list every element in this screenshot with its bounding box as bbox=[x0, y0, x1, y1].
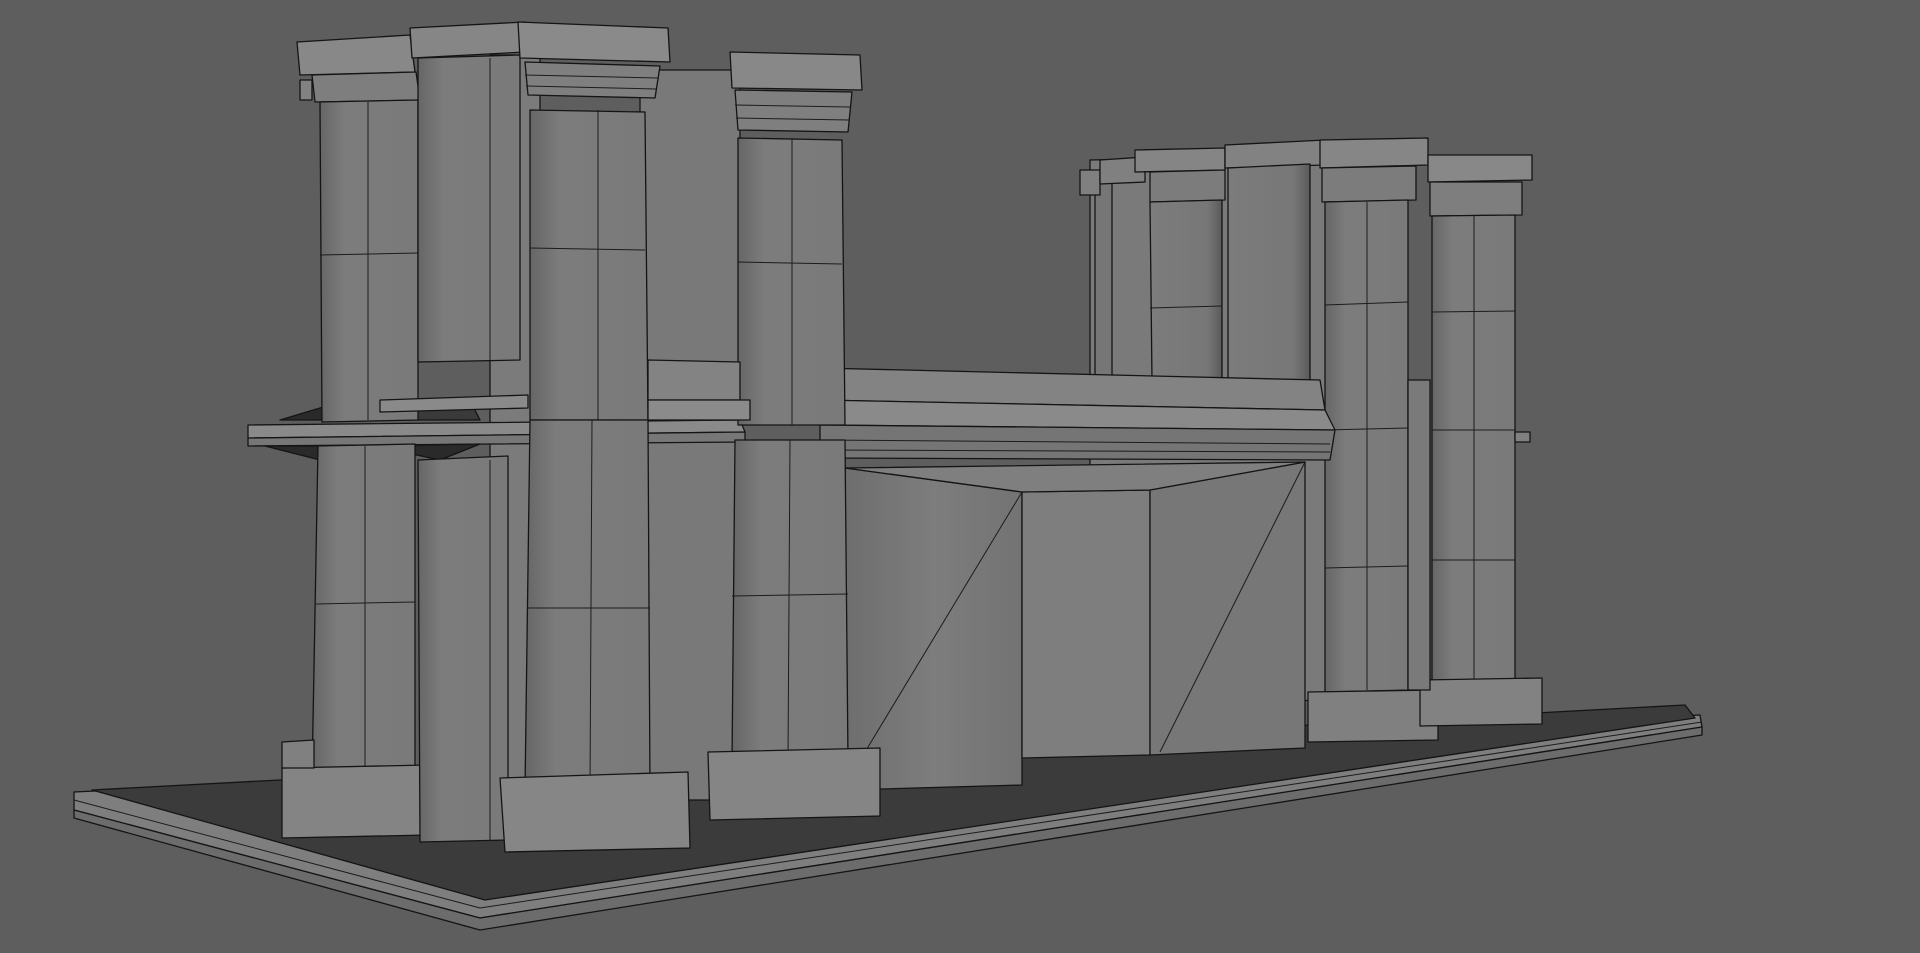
viewport-canvas[interactable] bbox=[0, 0, 1920, 953]
left-building bbox=[247, 21, 881, 853]
central-wall bbox=[819, 367, 1336, 791]
3d-viewport[interactable] bbox=[0, 0, 1920, 953]
